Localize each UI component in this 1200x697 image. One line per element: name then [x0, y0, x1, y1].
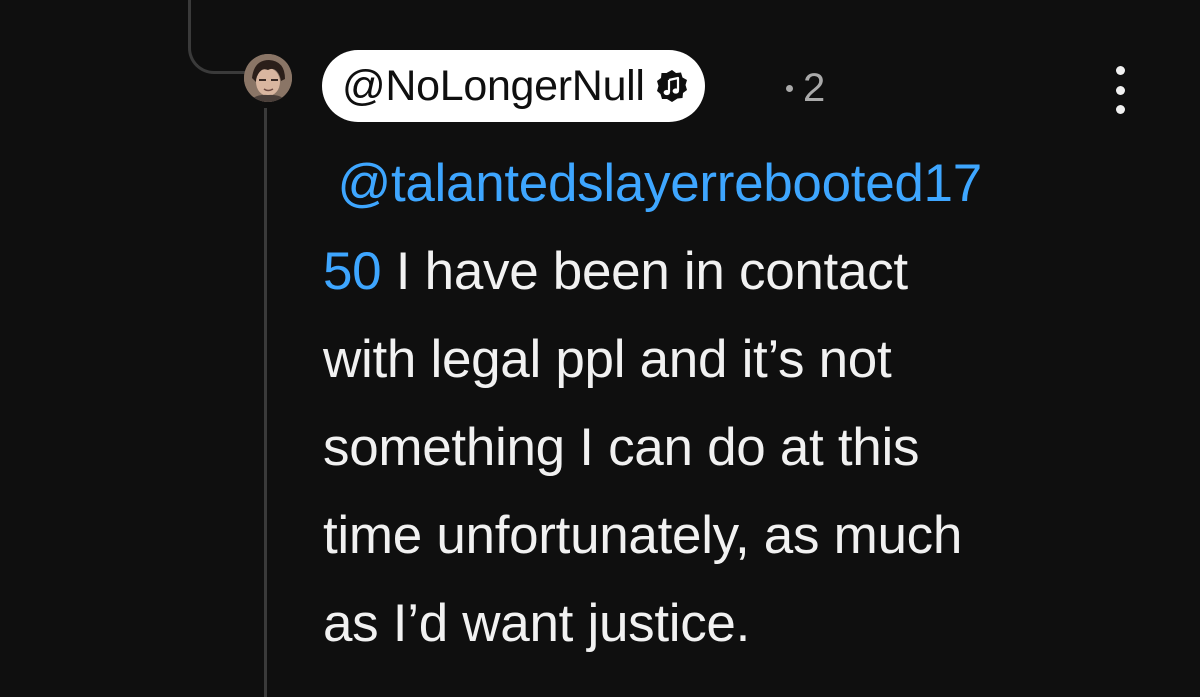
comment-line: something I can do at this [323, 418, 920, 477]
more-options-dot-icon [1115, 66, 1125, 75]
separator-dot [786, 84, 793, 92]
comment-line: @talantedslayerrebooted17 [323, 140, 1183, 228]
comment-line: with legal ppl and it’s not [323, 330, 892, 389]
comment-timestamp: 2 [803, 66, 826, 110]
comment-line-text: I have been in contact [395, 242, 908, 301]
more-options-dot-icon [1115, 85, 1125, 95]
avatar-image [244, 54, 292, 102]
music-note-badge-icon [656, 70, 687, 102]
comment-meta: 2 [786, 68, 825, 108]
avatar[interactable] [244, 54, 292, 102]
mention-link-continuation[interactable]: 50 [323, 242, 382, 301]
reply-thread-line [264, 108, 267, 697]
comment-line: time unfortunately, as much [323, 506, 963, 565]
comment-text: @talantedslayerrebooted17 50 I have been… [323, 140, 1183, 668]
thread-connector-line [188, 0, 248, 74]
mention-link[interactable]: @talantedslayerrebooted17 [337, 154, 982, 213]
author-name[interactable]: @NoLongerNull [342, 64, 645, 108]
more-options-dot-icon [1115, 105, 1125, 114]
comment-line: as I’d want justice. [323, 594, 751, 653]
more-options-button[interactable] [1104, 66, 1136, 114]
comment-line: 50 I have been in contact [323, 228, 1183, 316]
author-name-chip[interactable]: @NoLongerNull [322, 50, 705, 122]
